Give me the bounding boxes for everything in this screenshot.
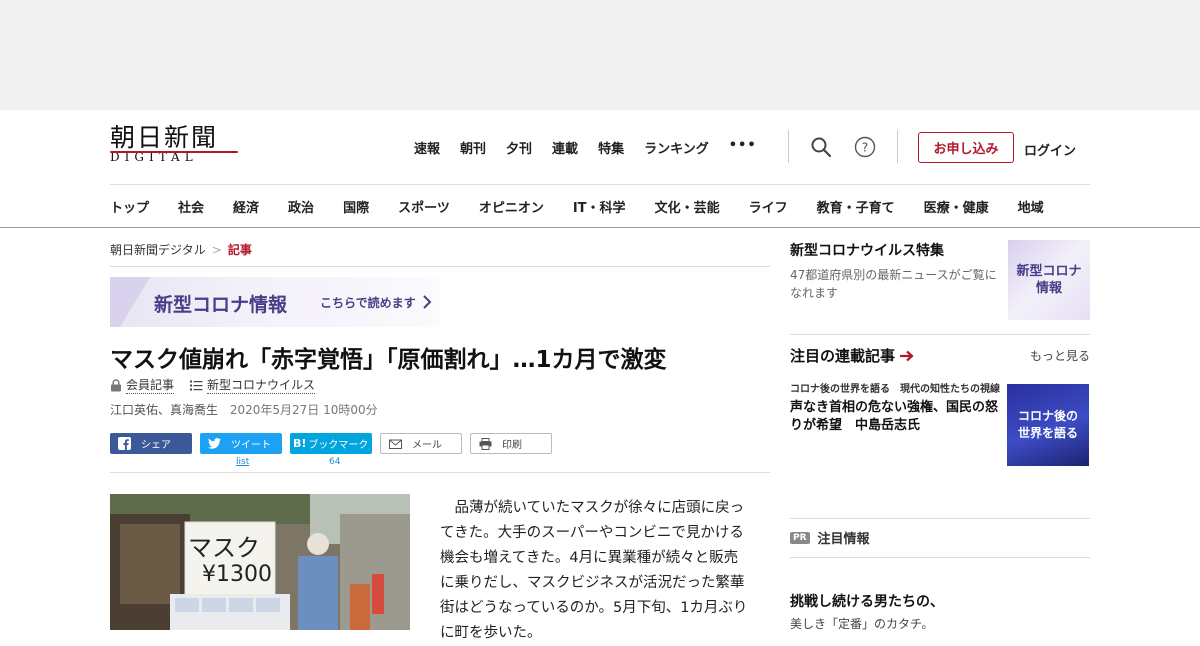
more-link[interactable]: もっと見る [1030, 347, 1090, 364]
article-headline: マスク値崩れ「赤字覚悟」「原価割れ」…1カ月で激変 [110, 347, 667, 373]
nav-yuukan[interactable]: 夕刊 [506, 138, 532, 157]
article-tags: 会員記事 新型コロナウイルス [110, 376, 316, 394]
promo-card[interactable]: 挑戦し続ける男たちの、 美しき「定番」のカタチ。 [790, 591, 1090, 632]
breadcrumb-sep: > [211, 243, 222, 257]
nav-tokushu[interactable]: 特集 [598, 138, 624, 157]
series-thumb: コロナ後の世界を語る [1007, 384, 1089, 466]
featured-series-section: 注目の連載記事 もっと見る [790, 345, 1090, 366]
series-link[interactable]: 新型コロナウイルス [207, 376, 316, 394]
corona-special-thumb: 新型コロナ情報 [1008, 240, 1090, 320]
facebook-icon [118, 437, 131, 450]
help-icon[interactable]: ? [854, 136, 876, 158]
cat-culture[interactable]: 文化・芸能 [655, 197, 720, 216]
twitter-count[interactable]: list [236, 457, 249, 467]
breadcrumb-current: 記事 [227, 243, 252, 257]
top-nav: 速報 朝刊 夕刊 連載 特集 ランキング ••• [414, 138, 777, 157]
series-kicker: コロナ後の世界を語る 現代の知性たちの視線 [790, 384, 1000, 395]
hatena-label: ブックマーク [308, 440, 369, 451]
nav-ranking[interactable]: ランキング [644, 138, 709, 157]
sign-text-mask: マスク [188, 534, 260, 562]
cat-it-science[interactable]: IT・科学 [573, 197, 626, 216]
corona-special-card[interactable]: 新型コロナウイルス特集 47都道府県別の最新ニュースがご覧になれます 新型コロナ… [790, 240, 1090, 320]
list-icon [190, 380, 203, 390]
category-nav: トップ 社会 経済 政治 国際 スポーツ オピニオン IT・科学 文化・芸能 ラ… [110, 197, 1044, 216]
mail-button[interactable]: メール [380, 433, 462, 454]
cat-international[interactable]: 国際 [343, 197, 369, 216]
subscribe-button[interactable]: お申し込み [918, 132, 1014, 163]
hatena-bookmark-button[interactable]: B! ブックマーク [290, 433, 372, 454]
cat-society[interactable]: 社会 [178, 197, 204, 216]
sign-text-price: ¥1300 [202, 562, 272, 587]
site-header: 朝日新聞 DIGITAL 速報 朝刊 夕刊 連載 特集 ランキング ••• ? … [0, 110, 1200, 228]
mail-icon [389, 439, 402, 449]
publish-date: 2020年5月27日 10時00分 [229, 403, 378, 417]
cat-life[interactable]: ライフ [749, 197, 788, 216]
search-icon[interactable] [810, 136, 832, 158]
nav-divider [110, 184, 1090, 185]
print-button[interactable]: 印刷 [470, 433, 552, 454]
divider [788, 130, 789, 163]
more-menu-icon[interactable]: ••• [729, 138, 757, 157]
corona-info-banner[interactable]: 新型コロナ情報 こちらで読めます [110, 277, 440, 327]
banner-title: 新型コロナ情報 [154, 294, 288, 316]
divider [790, 518, 1090, 519]
article-byline: 江口英佑、真海喬生 2020年5月27日 10時00分 [110, 401, 378, 418]
breadcrumb: 朝日新聞デジタル > 記事 [110, 241, 252, 258]
banner-decoration-icon [110, 277, 150, 327]
member-article-link[interactable]: 会員記事 [126, 376, 175, 394]
twitter-icon [208, 438, 221, 449]
hatena-count[interactable]: 64 [329, 457, 340, 467]
cat-politics[interactable]: 政治 [288, 197, 314, 216]
series-article-card[interactable]: コロナ後の世界を語る 現代の知性たちの視線 声なき首相の危ない強権、国民の怒りが… [790, 383, 1090, 466]
cat-top[interactable]: トップ [110, 197, 149, 216]
facebook-share-button[interactable]: シェア [110, 433, 192, 454]
ad-banner-area [0, 0, 1200, 110]
cat-economy[interactable]: 経済 [233, 197, 259, 216]
login-link[interactable]: ログイン [1024, 140, 1076, 159]
facebook-share-label: シェア [141, 440, 171, 451]
logo-swoosh [110, 151, 238, 153]
authors: 江口英佑、真海喬生 [110, 403, 219, 417]
twitter-share-label: ツイート [231, 440, 271, 451]
pr-title: 注目情報 [817, 532, 870, 547]
series-section-title: 注目の連載記事 [790, 347, 896, 365]
divider [897, 130, 898, 163]
cat-education[interactable]: 教育・子育て [817, 197, 895, 216]
logo-kanji: 朝日新聞 [110, 123, 219, 152]
asahi-logo[interactable]: 朝日新聞 DIGITAL [110, 124, 240, 168]
cat-opinion[interactable]: オピニオン [479, 197, 544, 216]
lock-icon [111, 378, 121, 391]
article-photo[interactable]: マスク ¥1300 [110, 494, 410, 630]
series-headline: 声なき首相の危ない強権、国民の怒りが希望 中島岳志氏 [790, 400, 999, 433]
banner-cta: こちらで読めます [320, 296, 416, 310]
cat-region[interactable]: 地域 [1018, 197, 1044, 216]
svg-text:?: ? [862, 141, 868, 155]
pr-section: PR 注目情報 [790, 528, 1090, 547]
arrow-right-icon [900, 350, 914, 361]
divider [790, 557, 1090, 558]
cat-sports[interactable]: スポーツ [398, 197, 450, 216]
nav-choukan[interactable]: 朝刊 [460, 138, 486, 157]
divider [110, 472, 770, 473]
divider [110, 266, 770, 267]
promo-sub: 美しき「定番」のカタチ。 [790, 617, 934, 631]
nav-sokuho[interactable]: 速報 [414, 138, 440, 157]
breadcrumb-home[interactable]: 朝日新聞デジタル [110, 243, 206, 257]
mail-label: メール [412, 440, 442, 451]
hatena-icon: B! [293, 437, 307, 450]
pr-badge: PR [790, 531, 810, 544]
promo-title: 挑戦し続ける男たちの、 [790, 594, 944, 610]
divider [790, 334, 1090, 335]
chevron-right-icon [423, 295, 432, 309]
cat-health[interactable]: 医療・健康 [924, 197, 989, 216]
printer-icon [479, 437, 492, 450]
twitter-share-button[interactable]: ツイート [200, 433, 282, 454]
print-label: 印刷 [502, 440, 522, 451]
article-body: 品薄が続いていたマスクが徐々に店頭に戻ってきた。大手のスーパーやコンビニで見かけ… [440, 496, 750, 646]
article-paragraph: 品薄が続いていたマスクが徐々に店頭に戻ってきた。大手のスーパーやコンビニで見かけ… [440, 500, 748, 641]
corona-special-desc: 47都道府県別の最新ニュースがご覧になれます [790, 268, 997, 300]
nav-rensai[interactable]: 連載 [552, 138, 578, 157]
